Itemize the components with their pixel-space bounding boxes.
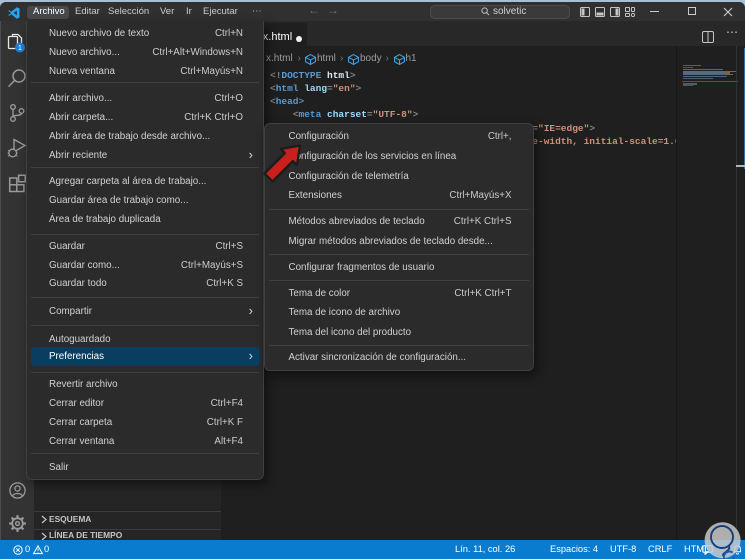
svg-text:1: 1 [18,45,22,52]
